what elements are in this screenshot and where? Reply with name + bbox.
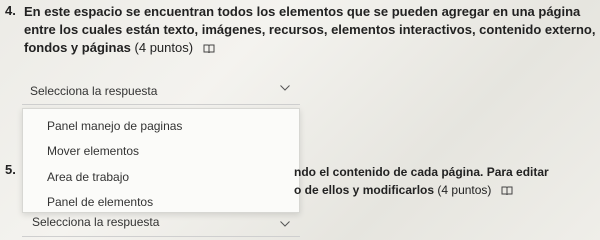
option-mover-elementos[interactable]: Mover elementos: [47, 144, 139, 158]
question-4-prompt: En este espacio se encuentran todos los …: [24, 4, 596, 55]
question-4-number: 4.: [5, 3, 16, 18]
chevron-down-icon: [280, 221, 290, 227]
immersive-reader-icon[interactable]: [203, 44, 215, 54]
select-placeholder: Selecciona la respuesta: [32, 215, 160, 229]
question-5-line-2: o de ellos y modificarlos: [294, 183, 435, 197]
question-4-points: (4 puntos): [134, 40, 194, 55]
question-4-answer-select[interactable]: Selecciona la respuesta: [22, 78, 300, 105]
question-4-text: En este espacio se encuentran todos los …: [24, 3, 596, 57]
answer-options-dropdown: Panel manejo de paginas Mover elementos …: [22, 108, 300, 213]
chevron-down-icon: [280, 85, 290, 91]
question-5-line-1: ndo el contenido de cada página. Para ed…: [294, 165, 549, 179]
option-panel-manejo-de-paginas[interactable]: Panel manejo de paginas: [47, 119, 182, 133]
question-5-points: (4 puntos): [437, 183, 492, 197]
select-placeholder: Selecciona la respuesta: [30, 84, 158, 98]
immersive-reader-icon[interactable]: [501, 186, 513, 196]
option-area-de-trabajo[interactable]: Area de trabajo: [47, 170, 129, 184]
option-panel-de-elementos[interactable]: Panel de elementos: [47, 195, 153, 209]
question-5-answer-select[interactable]: Selecciona la respuesta: [22, 212, 300, 237]
question-5-text: ndo el contenido de cada página. Para ed…: [294, 163, 549, 199]
question-5-number: 5.: [5, 162, 16, 177]
